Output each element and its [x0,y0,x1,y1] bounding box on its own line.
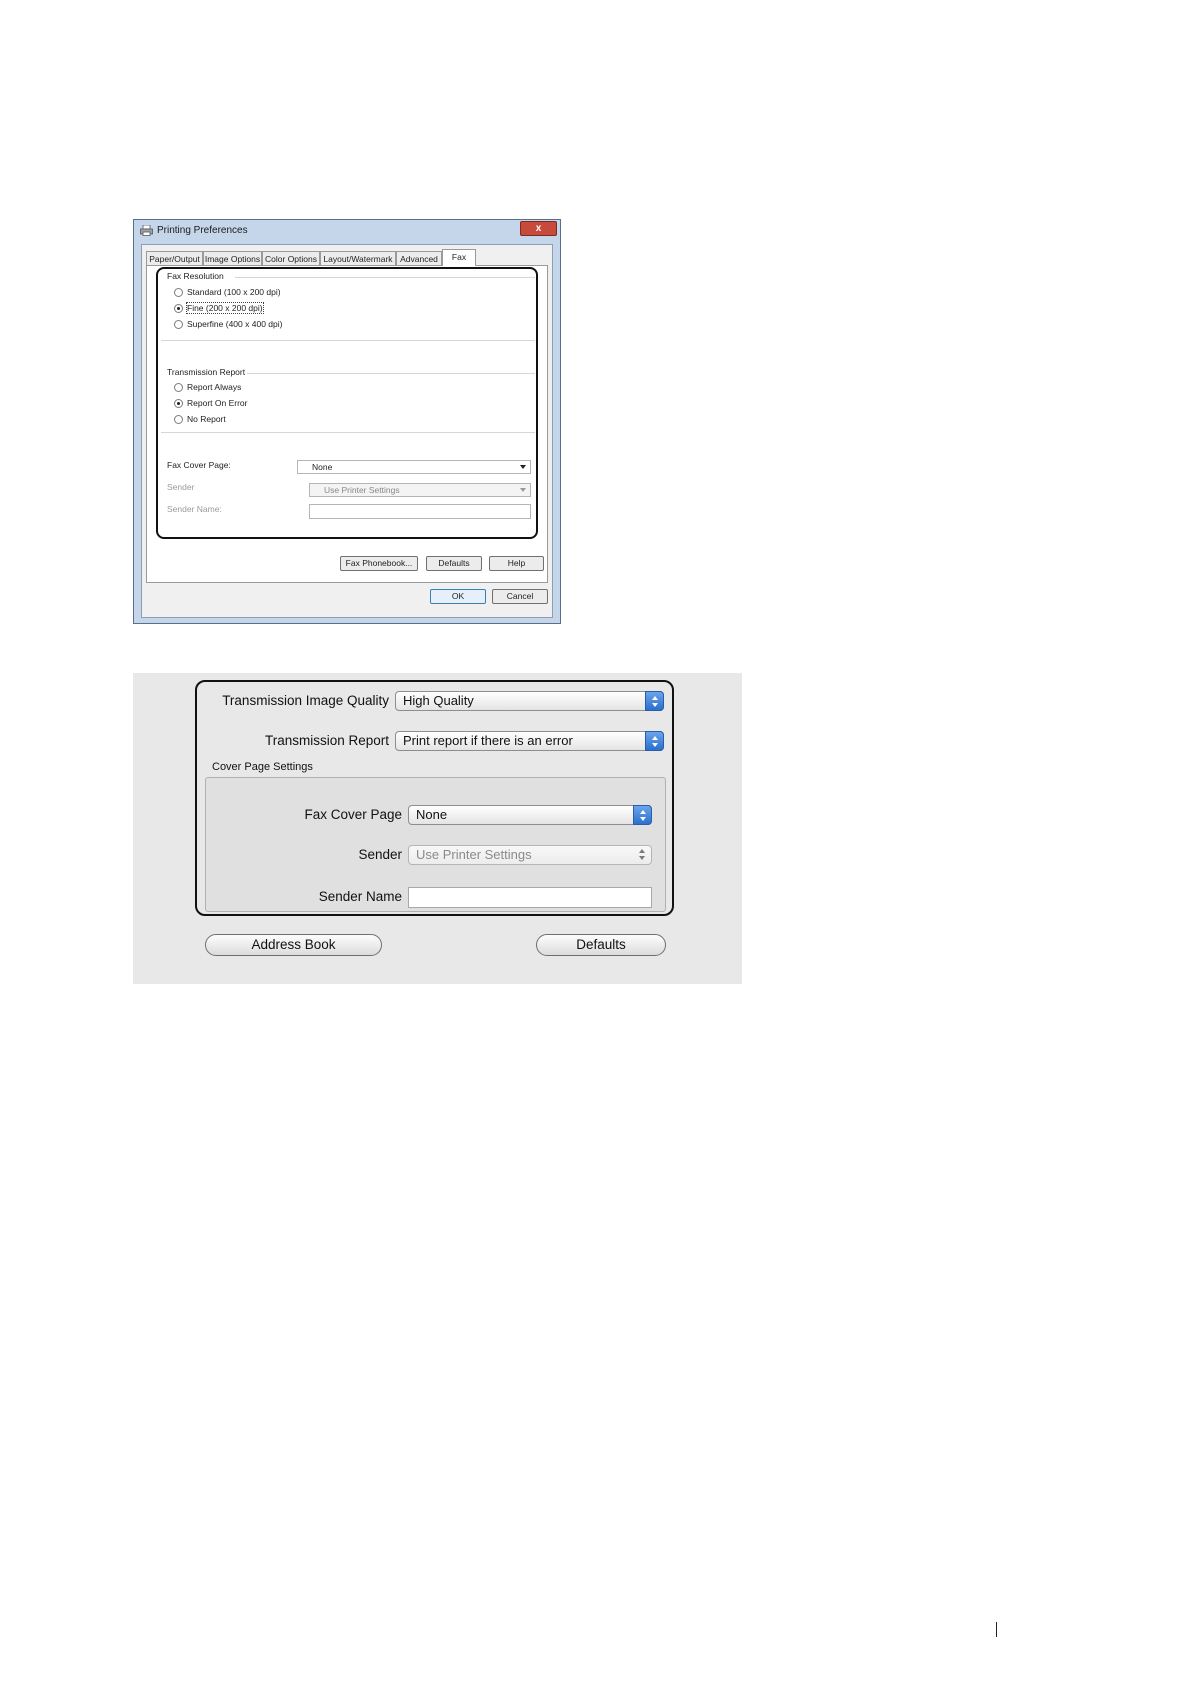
printing-preferences-dialog: Printing Preferences x Paper/Output Imag… [133,219,561,624]
radio-label-standard: Standard (100 x 200 dpi) [187,287,281,297]
mac-fax-settings-panel: Transmission Image Quality High Quality … [133,673,742,984]
fax-resolution-label: Fax Resolution [167,271,224,281]
sender-name-label: Sender Name [318,889,402,904]
printer-icon [140,225,153,236]
title-bar: Printing Preferences x [134,220,560,242]
fax-cover-page-value: None [312,462,333,472]
chevron-down-icon [520,465,526,469]
page-edge-mark [996,1622,997,1637]
transmission-image-quality-popup[interactable]: High Quality [395,691,664,711]
transmission-report-label: Transmission Report [264,733,389,748]
fax-cover-page-value: None [416,807,448,822]
tab-fax[interactable]: Fax [442,249,476,266]
radio-no-report[interactable] [174,415,183,424]
sender-name-input[interactable] [408,887,652,908]
transmission-report-popup[interactable]: Print report if there is an error [395,731,664,751]
radio-superfine[interactable] [174,320,183,329]
tab-layout-watermark[interactable]: Layout/Watermark [320,251,396,265]
popup-arrows-icon [645,691,664,711]
defaults-button[interactable]: Defaults [426,556,482,571]
radio-label-superfine: Superfine (400 x 400 dpi) [187,319,283,329]
close-button[interactable]: x [520,221,557,236]
transmission-image-quality-value: High Quality [403,693,474,708]
fax-cover-page-popup[interactable]: None [408,805,652,825]
tab-advanced[interactable]: Advanced [396,251,442,265]
sender-select[interactable]: Use Printer Settings [309,483,531,497]
chevron-down-icon [520,488,526,492]
transmission-report-value: Print report if there is an error [403,733,573,748]
transmission-image-quality-label: Transmission Image Quality [222,693,389,708]
cover-page-settings-label: Cover Page Settings [212,761,313,773]
radio-label-report-always: Report Always [187,382,242,392]
divider [161,432,535,433]
divider [161,340,535,341]
fax-cover-page-label: Fax Cover Page [304,807,402,822]
ok-button[interactable]: OK [430,589,486,604]
radio-label-report-on-error: Report On Error [187,398,248,408]
dialog-client-area: Paper/Output Image Options Color Options… [141,244,553,618]
fax-cover-page-select[interactable]: None [297,460,531,474]
radio-label-no-report: No Report [187,414,226,424]
fax-tab-panel: Fax Resolution Standard (100 x 200 dpi) … [146,265,548,583]
tab-color-options[interactable]: Color Options [262,251,320,265]
sender-label: Sender [167,482,195,492]
divider [247,373,535,374]
radio-report-on-error[interactable] [174,399,183,408]
dialog-title: Printing Preferences [157,225,248,236]
sender-value: Use Printer Settings [416,847,532,862]
fax-cover-page-label: Fax Cover Page: [167,460,231,470]
radio-report-always[interactable] [174,383,183,392]
tab-image-options[interactable]: Image Options [203,251,262,265]
sender-popup[interactable]: Use Printer Settings [408,845,652,865]
fax-phonebook-button[interactable]: Fax Phonebook... [340,556,418,571]
cancel-button[interactable]: Cancel [492,589,548,604]
defaults-button[interactable]: Defaults [536,934,666,956]
popup-arrows-icon [633,805,652,825]
radio-fine[interactable] [174,304,183,313]
transmission-report-label: Transmission Report [167,367,246,377]
radio-standard[interactable] [174,288,183,297]
help-button[interactable]: Help [489,556,544,571]
popup-arrows-icon [633,845,652,865]
sender-label: Sender [358,847,402,862]
sender-name-input[interactable] [309,504,531,519]
popup-arrows-icon [645,731,664,751]
close-icon: x [535,223,542,234]
radio-label-fine: Fine (200 x 200 dpi) [186,302,264,314]
divider [235,277,535,278]
sender-name-label: Sender Name: [167,504,222,514]
tab-paper-output[interactable]: Paper/Output [146,251,203,265]
address-book-button[interactable]: Address Book [205,934,382,956]
sender-value: Use Printer Settings [324,485,400,495]
